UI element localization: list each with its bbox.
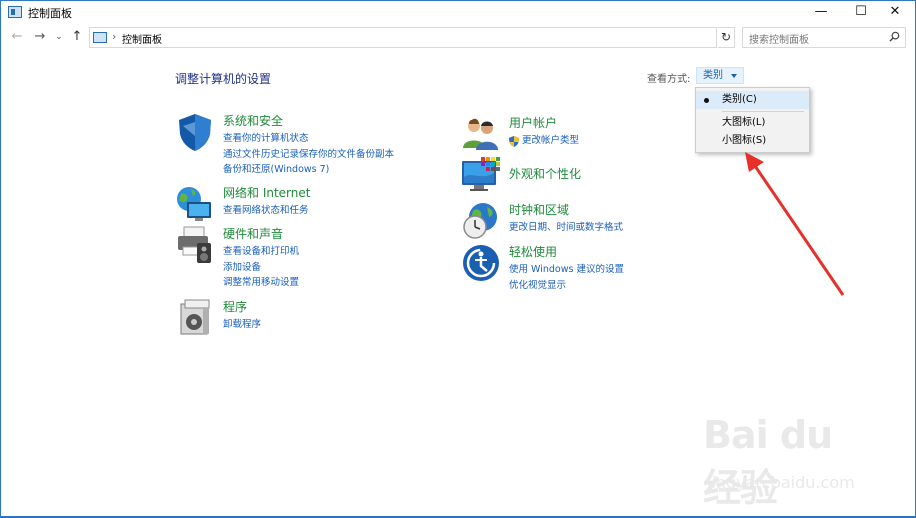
link-change-date-time-format[interactable]: 更改日期、时间或数字格式	[509, 220, 623, 236]
ease-of-access-icon[interactable]	[461, 243, 501, 283]
category-name[interactable]: 外观和个性化	[509, 165, 581, 182]
view-by-menu: 类别(C) 大图标(L) 小图标(S)	[695, 87, 810, 153]
breadcrumb-control-panel[interactable]: 控制面板	[122, 31, 162, 46]
link-devices-printers[interactable]: 查看设备和打印机	[223, 244, 299, 260]
link-add-device[interactable]: 添加设备	[223, 260, 299, 276]
navigation-bar: ← → ⌄ ↑ › 控制面板 ↻	[1, 25, 915, 51]
view-by-value: 类别	[703, 70, 723, 81]
refresh-button[interactable]: ↻	[718, 27, 735, 48]
view-by-dropdown[interactable]: 类别	[696, 67, 744, 84]
printer-speaker-icon[interactable]	[175, 225, 215, 265]
search-input[interactable]	[743, 31, 883, 50]
menu-item-label: 大图标(L)	[722, 117, 766, 128]
link-file-history-backup[interactable]: 通过文件历史记录保存你的文件备份副本	[223, 147, 394, 163]
watermark-logo: Bai du 经验	[703, 413, 833, 510]
search-box[interactable]	[742, 27, 906, 50]
menu-separator	[722, 111, 804, 112]
category-name[interactable]: 网络和 Internet	[223, 184, 310, 201]
link-network-status[interactable]: 查看网络状态和任务	[223, 203, 309, 219]
uac-shield-icon	[509, 136, 519, 147]
link-optimize-visual-display[interactable]: 优化视觉显示	[509, 278, 624, 294]
users-icon[interactable]	[461, 114, 501, 154]
control-panel-icon	[8, 6, 22, 18]
control-panel-icon	[93, 32, 107, 43]
forward-button[interactable]: →	[32, 28, 48, 46]
view-by-label: 查看方式:	[647, 74, 691, 85]
link-uninstall-program[interactable]: 卸载程序	[223, 317, 261, 333]
page-title: 调整计算机的设置	[175, 72, 272, 86]
programs-icon[interactable]	[175, 298, 215, 338]
control-panel-window: 控制面板 — ☐ ✕ ← → ⌄ ↑ › 控制面板 ↻ 调整计算机的设置 查看方…	[0, 0, 916, 517]
minimize-button[interactable]: —	[801, 1, 841, 23]
link-mobility-settings[interactable]: 调整常用移动设置	[223, 275, 299, 291]
menu-item-small-icons[interactable]: 小图标(S)	[696, 132, 809, 150]
network-globe-icon[interactable]	[175, 184, 215, 224]
menu-item-large-icons[interactable]: 大图标(L)	[696, 114, 809, 132]
selected-bullet-icon	[704, 98, 709, 103]
menu-item-category[interactable]: 类别(C)	[696, 91, 809, 109]
recent-locations-button[interactable]: ⌄	[53, 28, 65, 46]
watermark-url: jingyan.baidu.com	[707, 473, 855, 492]
category-name[interactable]: 硬件和声音	[223, 225, 283, 242]
title-bar: 控制面板 — ☐ ✕	[1, 1, 915, 24]
link-change-account-type[interactable]: 更改帐户类型	[509, 133, 579, 149]
baidu-watermark: Bai du 经验 jingyan.baidu.com	[703, 413, 873, 510]
chevron-down-icon	[731, 74, 737, 78]
close-button[interactable]: ✕	[875, 1, 915, 23]
up-button[interactable]: ↑	[69, 28, 85, 46]
back-button[interactable]: ←	[9, 28, 25, 46]
link-view-computer-status[interactable]: 查看你的计算机状态	[223, 131, 394, 147]
link-backup-restore[interactable]: 备份和还原(Windows 7)	[223, 162, 394, 178]
clock-globe-icon[interactable]	[461, 201, 501, 241]
category-name[interactable]: 用户帐户	[509, 114, 557, 131]
window-title: 控制面板	[28, 7, 72, 20]
shield-icon[interactable]	[175, 112, 215, 152]
link-windows-recommended-settings[interactable]: 使用 Windows 建议的设置	[509, 262, 624, 278]
menu-item-label: 类别(C)	[722, 94, 757, 105]
category-name[interactable]: 时钟和区域	[509, 201, 569, 218]
monitor-palette-icon[interactable]	[461, 157, 501, 197]
address-bar[interactable]: › 控制面板	[89, 27, 717, 48]
category-name[interactable]: 系统和安全	[223, 112, 283, 129]
menu-item-label: 小图标(S)	[722, 135, 767, 146]
breadcrumb-separator: ›	[112, 30, 117, 43]
category-name[interactable]: 轻松使用	[509, 243, 557, 260]
category-name[interactable]: 程序	[223, 298, 247, 315]
search-icon[interactable]	[889, 31, 900, 42]
